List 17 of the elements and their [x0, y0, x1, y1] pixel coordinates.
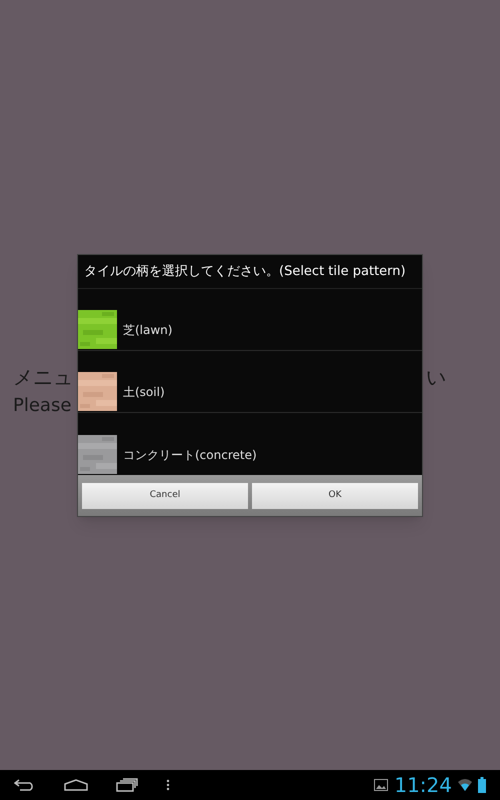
instruction-text: メニュ: [13, 364, 73, 390]
battery-icon: [478, 777, 486, 793]
image-icon: [374, 779, 388, 791]
list-item[interactable]: 土(soil): [78, 351, 422, 413]
menu-icon[interactable]: [166, 779, 170, 791]
home-icon[interactable]: [64, 779, 88, 791]
dialog-button[interactable]: OK: [252, 482, 418, 508]
dialog-button[interactable]: Cancel: [82, 482, 248, 508]
list-item[interactable]: 芝(lawn): [78, 289, 422, 351]
wifi-icon: [458, 779, 472, 791]
clock-time: 11:24: [394, 775, 452, 795]
back-icon[interactable]: [14, 779, 36, 791]
list-item[interactable]: コンクリート(concrete): [78, 413, 422, 475]
instruction-text: Please: [13, 394, 72, 418]
recent-apps-icon[interactable]: [116, 778, 138, 792]
instruction-text: い: [426, 364, 446, 390]
dialog-title: タイルの柄を選択してください。(Select tile pattern): [84, 262, 406, 281]
